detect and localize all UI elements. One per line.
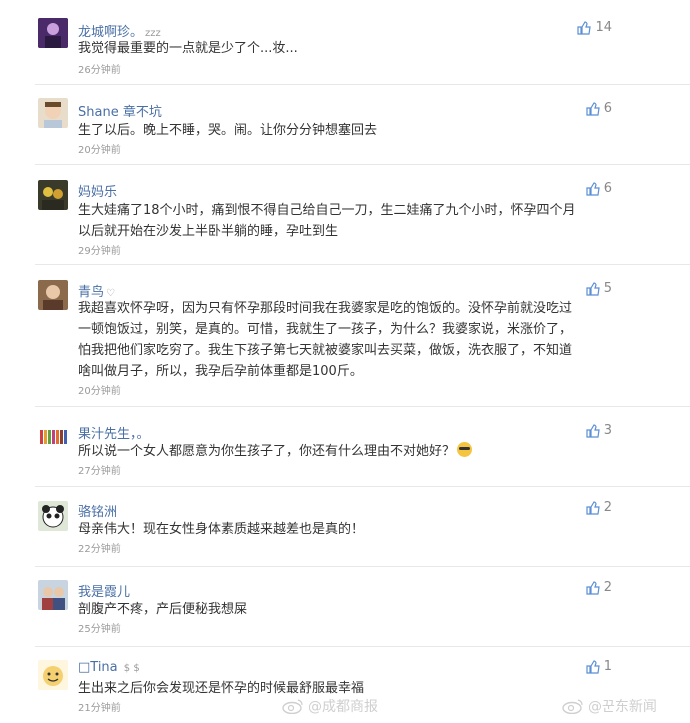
like-button[interactable]: 1 bbox=[586, 659, 612, 674]
watermark-right-text: @꾼东新闻 bbox=[588, 699, 657, 715]
comment-time: 25分钟前 bbox=[78, 624, 121, 635]
avatar-image-icon bbox=[38, 18, 68, 48]
comment-text: 生了以后。晚上不睡，哭。闹。让你分分钟想塞回去 bbox=[78, 123, 378, 138]
comment-item: 龙城啊珍。 zzz 我觉得最重要的一点就是少了个...妆... 26分钟前 14 bbox=[0, 0, 690, 80]
avatar[interactable] bbox=[38, 18, 68, 48]
name-tag: $ $ bbox=[123, 663, 140, 674]
comment-author[interactable]: 妈妈乐 bbox=[78, 181, 117, 200]
like-count: 6 bbox=[603, 101, 612, 116]
like-button[interactable]: 5 bbox=[586, 281, 612, 296]
avatar-image-icon bbox=[38, 660, 68, 690]
comment-author[interactable]: Shane 章不坑 bbox=[78, 101, 162, 120]
avatar-image-icon bbox=[38, 501, 68, 531]
like-count: 2 bbox=[603, 580, 612, 595]
comment-author[interactable]: □Tina $ $ bbox=[78, 660, 140, 675]
comment-time: 29分钟前 bbox=[78, 246, 121, 257]
like-button[interactable]: 6 bbox=[586, 181, 612, 196]
comment-author-name[interactable]: Shane 章不坑 bbox=[78, 105, 162, 120]
avatar[interactable] bbox=[38, 280, 68, 310]
comment-author[interactable]: 果汁先生，。 bbox=[78, 423, 150, 442]
thumbs-up-icon bbox=[586, 500, 600, 515]
comment-text: 剖腹产不疼，产后便秘我想屎 bbox=[78, 602, 248, 617]
thumbs-up-icon bbox=[577, 20, 592, 35]
avatar-image-icon bbox=[38, 280, 68, 310]
comment-author-name[interactable]: 骆铭洲 bbox=[78, 505, 117, 520]
like-count: 2 bbox=[603, 500, 612, 515]
watermark-left-text: @成都商报 bbox=[308, 699, 378, 715]
thumbs-up-icon bbox=[586, 659, 600, 674]
thumbs-up-icon bbox=[586, 580, 600, 595]
like-button[interactable]: 14 bbox=[577, 20, 612, 35]
comment-text: 我觉得最重要的一点就是少了个...妆... bbox=[78, 41, 298, 56]
thumbs-up-icon bbox=[586, 181, 600, 196]
avatar[interactable] bbox=[38, 580, 68, 610]
comment-author-name[interactable]: □Tina bbox=[78, 660, 118, 675]
like-button[interactable]: 6 bbox=[586, 101, 612, 116]
comment-item: Shane 章不坑 生了以后。晚上不睡，哭。闹。让你分分钟想塞回去 20分钟前 … bbox=[0, 84, 690, 164]
thumbs-up-icon bbox=[586, 281, 600, 296]
like-button[interactable]: 2 bbox=[586, 580, 612, 595]
thumbs-up-icon bbox=[586, 423, 600, 438]
comment-time: 20分钟前 bbox=[78, 145, 121, 156]
like-count: 5 bbox=[603, 281, 612, 296]
weibo-logo-icon bbox=[282, 699, 303, 714]
comment-item: 青鸟 ♡ 我超喜欢怀孕呀，因为只有怀孕那段时间我在我婆家是吃的饱饭的。没怀孕前就没… bbox=[0, 264, 690, 406]
avatar-image-icon bbox=[38, 180, 68, 210]
sunglasses-emoji-icon bbox=[457, 442, 473, 457]
avatar-image-icon bbox=[38, 422, 68, 452]
comment-text: 生大娃痛了18个小时，痛到恨不得自己给自己一刀，生二娃痛了九个小时，怀孕四个月 … bbox=[78, 203, 576, 239]
thumbs-up-icon bbox=[586, 101, 600, 116]
comment-time: 21分钟前 bbox=[78, 703, 121, 714]
comment-time: 20分钟前 bbox=[78, 386, 121, 397]
comment-time: 22分钟前 bbox=[78, 544, 121, 555]
avatar[interactable] bbox=[38, 501, 68, 531]
like-count: 6 bbox=[603, 181, 612, 196]
comment-item: 果汁先生，。 所以说一个女人都愿意为你生孩子了，你还有什么理由不对她好？ 27分… bbox=[0, 406, 690, 486]
comment-author[interactable]: 我是霞儿 bbox=[78, 581, 130, 600]
comment-text: 我超喜欢怀孕呀，因为只有怀孕那段时间我在我婆家是吃的饱饭的。没怀孕前就没吃过 一… bbox=[78, 301, 573, 379]
comment-text-body: 所以说一个女人都愿意为你生孩子了，你还有什么理由不对她好？ bbox=[78, 444, 456, 459]
avatar[interactable] bbox=[38, 180, 68, 210]
watermark-left: @成都商报 bbox=[282, 696, 378, 716]
comment-time: 27分钟前 bbox=[78, 466, 121, 477]
comment-author-name[interactable]: 我是霞儿 bbox=[78, 585, 130, 600]
avatar-image-icon bbox=[38, 98, 68, 128]
comment-time: 26分钟前 bbox=[78, 65, 121, 76]
weibo-logo-icon bbox=[562, 699, 583, 714]
comment-text: 母亲伟大！现在女性身体素质越来越差也是真的！ bbox=[78, 522, 365, 537]
watermark-right: @꾼东新闻 bbox=[562, 696, 657, 716]
comment-item: 我是霞儿 剖腹产不疼，产后便秘我想屎 25分钟前 2 bbox=[0, 566, 690, 646]
like-button[interactable]: 3 bbox=[586, 423, 612, 438]
avatar[interactable] bbox=[38, 422, 68, 452]
comment-author-name[interactable]: 妈妈乐 bbox=[78, 185, 117, 200]
avatar-image-icon bbox=[38, 580, 68, 610]
avatar[interactable] bbox=[38, 660, 68, 690]
comment-item: 妈妈乐 生大娃痛了18个小时，痛到恨不得自己给自己一刀，生二娃痛了九个小时，怀孕… bbox=[0, 164, 690, 264]
like-button[interactable]: 2 bbox=[586, 500, 612, 515]
comment-author[interactable]: 骆铭洲 bbox=[78, 501, 117, 520]
comment-author-name[interactable]: 果汁先生，。 bbox=[78, 427, 150, 442]
comment-text: 所以说一个女人都愿意为你生孩子了，你还有什么理由不对她好？ bbox=[78, 441, 598, 462]
avatar[interactable] bbox=[38, 98, 68, 128]
comment-item: 骆铭洲 母亲伟大！现在女性身体素质越来越差也是真的！ 22分钟前 2 bbox=[0, 486, 690, 566]
like-count: 14 bbox=[595, 20, 612, 35]
like-count: 1 bbox=[603, 659, 612, 674]
like-count: 3 bbox=[603, 423, 612, 438]
